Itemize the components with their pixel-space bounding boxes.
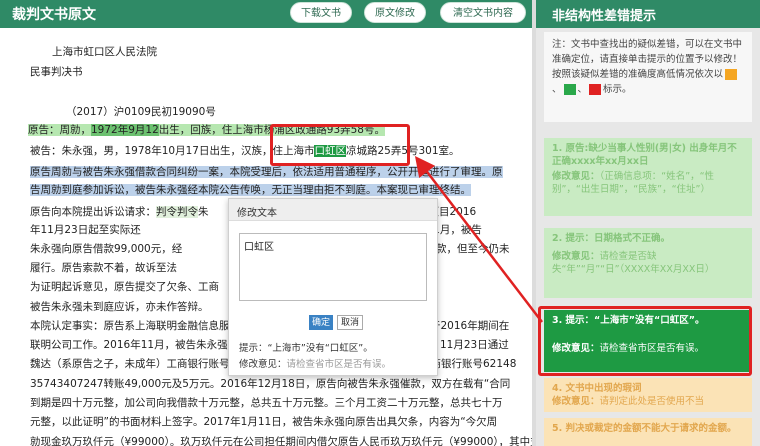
hint-card-1[interactable]: 1. 原告:缺少当事人性别(男|女) 出身年月不正确xxxx年xx月xx日 修改… bbox=[544, 138, 752, 216]
blue-highlight-2[interactable]: 告周勍到庭参加诉讼，被告朱永强经本院公告传唤，无正当理由拒不到庭。本案现已审理终… bbox=[30, 184, 471, 196]
text-line-13: 被告朱永强未到庭应诉，亦未作答辩。 bbox=[30, 301, 209, 313]
download-button[interactable]: 下载文书 bbox=[290, 2, 352, 23]
hint-card-opinion: 修改意见：请判定此处是否使用不当 bbox=[552, 395, 746, 408]
selected-hint-box bbox=[538, 306, 752, 376]
hint-card-title: 1. 原告:缺少当事人性别(男|女) 出身年月不正确xxxx年xx月xx日 bbox=[552, 143, 737, 167]
blue-highlight-1[interactable]: 原告周勍与被告朱永强借款合同纠纷一案，本院受理后，依法适用普通程序，公开开庭进行… bbox=[30, 166, 503, 178]
error-highlight-box bbox=[270, 124, 410, 166]
text-line-17: 35743407247转账49,000元及5万元。2016年12月18日，原告向… bbox=[30, 378, 511, 390]
note-separator-2: 、 bbox=[577, 84, 588, 95]
hint-card-title: 4. 文书中出现的瑕词 bbox=[552, 383, 642, 394]
text-line-10-tail: 款，但至今仍未 bbox=[436, 243, 510, 255]
text-line-14-tail: 于2016年期间在 bbox=[430, 320, 510, 332]
opinion-label: 修改意见： bbox=[552, 396, 600, 407]
defendant-prefix: 被告：朱永强，男，1978年10月17日出生，汉族，住 bbox=[30, 145, 283, 157]
hint-card-5[interactable]: 5. 判决或裁定的金额不能大于请求的金额。 bbox=[544, 418, 752, 446]
plaintiff-prefix[interactable]: 原告：周勍， bbox=[28, 124, 91, 136]
text-line-15: 联明公司工作。2016年11月，被告朱永强 bbox=[30, 339, 228, 351]
case-summary-line-2[interactable]: 告周勍到庭参加诉讼，被告朱永强经本院公告传唤，无正当理由拒不到庭。本案现已审理终… bbox=[30, 183, 471, 197]
edit-text-input[interactable]: 口虹区 bbox=[239, 233, 427, 301]
hints-header: 非结构性差错提示 bbox=[536, 0, 760, 28]
text-line-16: 魏达（系原告之子，未成年）工商银行账号 bbox=[30, 358, 230, 370]
edit-text-popup: 修改文本 口虹区 确定 取消 提示：“上海市”没有“口虹区”。 修改意见：请检查… bbox=[228, 198, 438, 376]
opinion-label: 修改意见： bbox=[552, 171, 600, 182]
hint-card-title: 2. 提示：日期格式不正确。 bbox=[552, 233, 671, 244]
case-number: （2017）沪0109民初19090号 bbox=[66, 106, 216, 118]
document-title: 裁判文书原文 bbox=[12, 7, 96, 23]
popup-tip: 提示：“上海市”没有“口虹区”。 bbox=[239, 340, 373, 354]
text-line-12: 为证明起诉意见，原告提交了欠条、工商 bbox=[30, 281, 219, 293]
cancel-button[interactable]: 取消 bbox=[337, 315, 363, 330]
text-line-9: 年11月23日起至实际还 bbox=[30, 224, 141, 236]
popup-opinion-text: 请检查省市区是否有误。 bbox=[286, 359, 392, 370]
opinion-label: 修改意见： bbox=[552, 251, 600, 262]
confirm-button[interactable]: 确定 bbox=[309, 315, 333, 330]
hint-card-2[interactable]: 2. 提示：日期格式不正确。 修改意见：请检查是否缺失“年”“月”“日”（XXX… bbox=[544, 228, 752, 298]
document-type: 民事判决书 bbox=[30, 66, 83, 78]
hint-card-title: 5. 判决或裁定的金额不能大于请求的金额。 bbox=[552, 423, 737, 434]
document-header: 裁判文书原文 下载文书 原文修改 清空文书内容 bbox=[0, 0, 532, 28]
orange-chip-icon bbox=[725, 69, 738, 80]
hint-card-opinion: 修改意见：请检查是否缺失“年”“月”“日”（XXXX年XX月XX日） bbox=[552, 250, 746, 276]
clear-document-button[interactable]: 清空文书内容 bbox=[440, 2, 526, 23]
note-text-end: 标示。 bbox=[603, 84, 632, 95]
hint-card-opinion: 修改意见：（正确信息项：“姓名”，“性别”，“出生日期”，“民族”，“住址”） bbox=[552, 170, 746, 196]
popup-opinion: 修改意见：请检查省市区是否有误。 bbox=[239, 356, 391, 370]
text-line-20: 勍现金玖万玖仟元（¥99000）。玖万玖仟元在公司担任期间内借欠原告人民币玖万玖… bbox=[30, 436, 532, 446]
plaintiff-birthdate[interactable]: 1972年9月12 bbox=[91, 124, 159, 136]
popup-opinion-label: 修改意见： bbox=[239, 359, 287, 370]
hints-title: 非结构性差错提示 bbox=[552, 9, 657, 24]
popup-header: 修改文本 bbox=[229, 199, 437, 221]
popup-tip-label: 提示： bbox=[239, 343, 268, 354]
opinion-text: 请判定此处是否使用不当 bbox=[599, 396, 705, 407]
green-chip-icon bbox=[563, 84, 576, 95]
hints-note: 注：文书中查找出的疑似差错，可以在文书中准确定位，请直接单击提示的位置予以修改！… bbox=[544, 32, 752, 122]
text-line-10: 朱永强向原告借款99,000元，经 bbox=[30, 243, 183, 255]
popup-title: 修改文本 bbox=[237, 208, 277, 219]
text-line-15-tail: 11月23日通过 bbox=[440, 339, 509, 351]
modify-original-button[interactable]: 原文修改 bbox=[364, 2, 426, 23]
claim-line[interactable]: 原告向本院提出诉讼请求：判令判令朱 bbox=[30, 205, 209, 219]
hints-note-text: 注：文书中查找出的疑似差错，可以在文书中准确定位，请直接单击提示的位置予以修改！… bbox=[552, 37, 748, 97]
claim-tag[interactable]: 判令判令 bbox=[156, 206, 198, 218]
note-separator-1: 、 bbox=[552, 84, 562, 95]
claim-text: 朱 bbox=[198, 206, 209, 218]
popup-tip-text: “上海市”没有“口虹区”。 bbox=[267, 343, 373, 354]
court-name: 上海市虹口区人民法院 bbox=[52, 46, 157, 58]
case-summary-line-1[interactable]: 原告周勍与被告朱永强借款合同纠纷一案，本院受理后，依法适用普通程序，公开开庭进行… bbox=[30, 165, 503, 179]
claim-prefix: 原告向本院提出诉讼请求： bbox=[30, 206, 156, 218]
text-line-18: 到期是四十万元整，加公司向我借款十万元整，总共五十万元整。三个月工资二十万元整，… bbox=[30, 397, 503, 409]
text-line-11: 履行。原告索款不着，故诉至法 bbox=[30, 262, 177, 274]
text-line-19: 元整，以此证明”的书面材料上签字。2017年1月11日，被告朱永强向原告出具欠条… bbox=[30, 416, 498, 428]
red-chip-icon bbox=[589, 84, 602, 95]
hint-card-4[interactable]: 4. 文书中出现的瑕词 修改意见：请判定此处是否使用不当 bbox=[544, 378, 752, 412]
document-panel: 裁判文书原文 下载文书 原文修改 清空文书内容 上海市虹口区人民法院 民事判决书… bbox=[0, 0, 532, 446]
note-text-main: 注：文书中查找出的疑似差错，可以在文书中准确定位，请直接单击提示的位置予以修改！… bbox=[552, 39, 743, 80]
error-hints-panel: 非结构性差错提示 注：文书中查找出的疑似差错，可以在文书中准确定位，请直接单击提… bbox=[536, 0, 760, 446]
